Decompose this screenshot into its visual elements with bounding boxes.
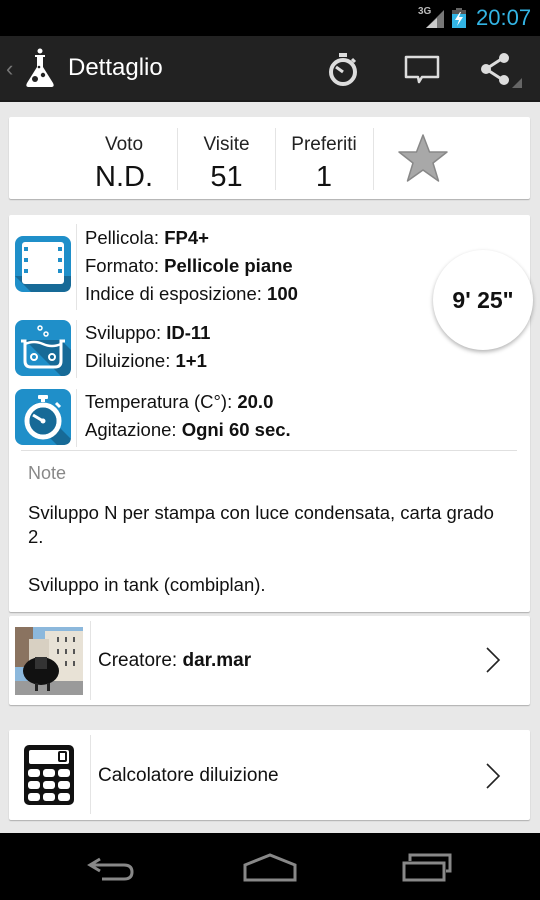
development-timer-button[interactable]: 9' 25" <box>433 250 533 350</box>
film-label: Pellicola: <box>85 227 165 248</box>
developer-value: ID-11 <box>166 322 211 343</box>
stopwatch-icon <box>15 389 71 445</box>
temperature-line: Temperatura (C°): 20.0 <box>85 391 273 413</box>
notes-text: Sviluppo N per stampa con luce condensat… <box>28 502 494 595</box>
agitation-label: Agitazione: <box>85 419 182 440</box>
navigation-bar <box>0 833 540 900</box>
creator-text: Creatore: dar.mar <box>98 650 251 672</box>
battery-charging-icon <box>452 8 466 28</box>
home-up-button[interactable]: ‹ Dettaglio <box>0 36 170 102</box>
chevron-right-icon <box>486 763 501 789</box>
notes-label: Note <box>28 463 67 483</box>
vote-label: Voto <box>104 134 144 155</box>
home-icon[interactable] <box>242 851 298 885</box>
stats-card: Voto N.D. Visite 51 Preferiti 1 <box>9 117 530 199</box>
visits-value: 51 <box>210 161 243 193</box>
visits-label: Visite <box>203 134 250 155</box>
flask-logo-icon <box>26 48 54 87</box>
creator-row[interactable]: Creatore: dar.mar <box>9 616 530 705</box>
film-value: FP4+ <box>164 227 209 248</box>
iso-value: 100 <box>267 283 298 304</box>
status-bar: 3G 20:07 <box>0 0 540 36</box>
visits-stat: Visite 51 <box>178 117 275 199</box>
iso-label: Indice di esposizione: <box>85 283 268 304</box>
divider <box>21 450 517 451</box>
comment-action-button[interactable] <box>402 50 442 88</box>
divider <box>76 320 77 378</box>
share-icon <box>481 53 522 88</box>
back-icon[interactable] <box>84 851 140 885</box>
action-bar: ‹ Dettaglio <box>0 36 540 102</box>
developer-bath-icon <box>15 320 71 376</box>
format-value: Pellicole piane <box>164 255 293 276</box>
developer-line: Sviluppo: ID-11 <box>85 322 210 344</box>
clock: 20:07 <box>476 5 532 30</box>
iso-line: Indice di esposizione: 100 <box>85 283 298 305</box>
timer-action-button[interactable] <box>323 50 363 88</box>
favorites-stat: Preferiti 1 <box>276 117 372 199</box>
developer-label: Sviluppo: <box>85 322 167 343</box>
up-caret-icon: ‹ <box>6 56 14 81</box>
film-line: Pellicola: FP4+ <box>85 227 209 249</box>
favorite-star-button[interactable] <box>395 133 451 185</box>
dilution-value: 1+1 <box>175 350 207 371</box>
dilution-calculator-row[interactable]: Calcolatore diluizione <box>9 730 530 820</box>
vote-value: N.D. <box>95 161 153 193</box>
comment-icon <box>404 55 440 84</box>
favorites-label: Preferiti <box>291 134 357 155</box>
screen-title: Dettaglio <box>68 54 163 81</box>
signal-icon <box>426 10 444 28</box>
divider <box>90 621 91 700</box>
dilution-line: Diluizione: 1+1 <box>85 350 207 372</box>
temperature-value: 20.0 <box>237 391 274 412</box>
agitation-line: Agitazione: Ogni 60 sec. <box>85 419 291 441</box>
divider <box>76 224 77 310</box>
calculator-icon <box>24 745 74 805</box>
format-line: Formato: Pellicole piane <box>85 255 293 277</box>
format-label: Formato: <box>85 255 165 276</box>
recents-icon[interactable] <box>400 851 456 885</box>
vote-stat: Voto N.D. <box>69 117 179 199</box>
chevron-right-icon <box>486 647 501 673</box>
calculator-label: Calcolatore diluizione <box>98 765 279 786</box>
creator-label: Creatore: <box>98 650 183 671</box>
temperature-label: Temperatura (C°): <box>85 391 238 412</box>
stopwatch-icon <box>329 53 357 86</box>
favorites-value: 1 <box>315 161 333 193</box>
divider <box>76 389 77 447</box>
creator-avatar <box>15 627 83 695</box>
divider <box>90 735 91 814</box>
dilution-label: Diluizione: <box>85 350 176 371</box>
film-icon <box>15 236 71 292</box>
agitation-value: Ogni 60 sec. <box>181 419 291 440</box>
share-action-button[interactable] <box>480 50 526 88</box>
app-screen: 3G 20:07 ‹ Dettaglio Voto N.D. Visite 51… <box>0 0 540 900</box>
divider <box>373 128 374 190</box>
creator-name: dar.mar <box>182 650 252 671</box>
